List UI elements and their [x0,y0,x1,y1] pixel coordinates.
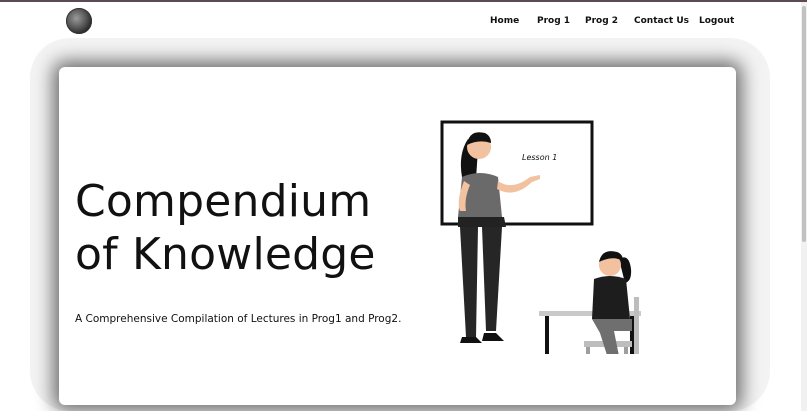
classroom-illustration: Lesson 1 [440,120,641,354]
vertical-scrollbar[interactable] [801,2,807,411]
nav-prog1[interactable]: Prog 1 [537,16,570,26]
hero-title-line1: Compendium [75,176,372,227]
hero-card: Compendium of Knowledge A Comprehensive … [59,67,736,405]
chair-back [634,297,639,354]
board-text: Lesson 1 [522,153,557,162]
chair-leg [624,347,628,354]
hero-title-line2: of Knowledge [75,229,376,280]
hero-subtitle: A Comprehensive Compilation of Lectures … [75,313,402,325]
site-logo[interactable] [66,8,92,34]
nav-contact-us[interactable]: Contact Us [634,16,689,26]
nav-logout[interactable]: Logout [699,16,734,26]
scrollbar-thumb[interactable] [802,6,806,242]
student-figure [592,251,632,354]
nav-home[interactable]: Home [490,16,519,26]
desk-leg [545,316,549,354]
hero-title: Compendium of Knowledge [75,175,376,281]
chair-leg [586,347,590,354]
nav-prog2[interactable]: Prog 2 [585,16,618,26]
navbar: Home Prog 1 Prog 2 Contact Us Logout [0,2,801,40]
